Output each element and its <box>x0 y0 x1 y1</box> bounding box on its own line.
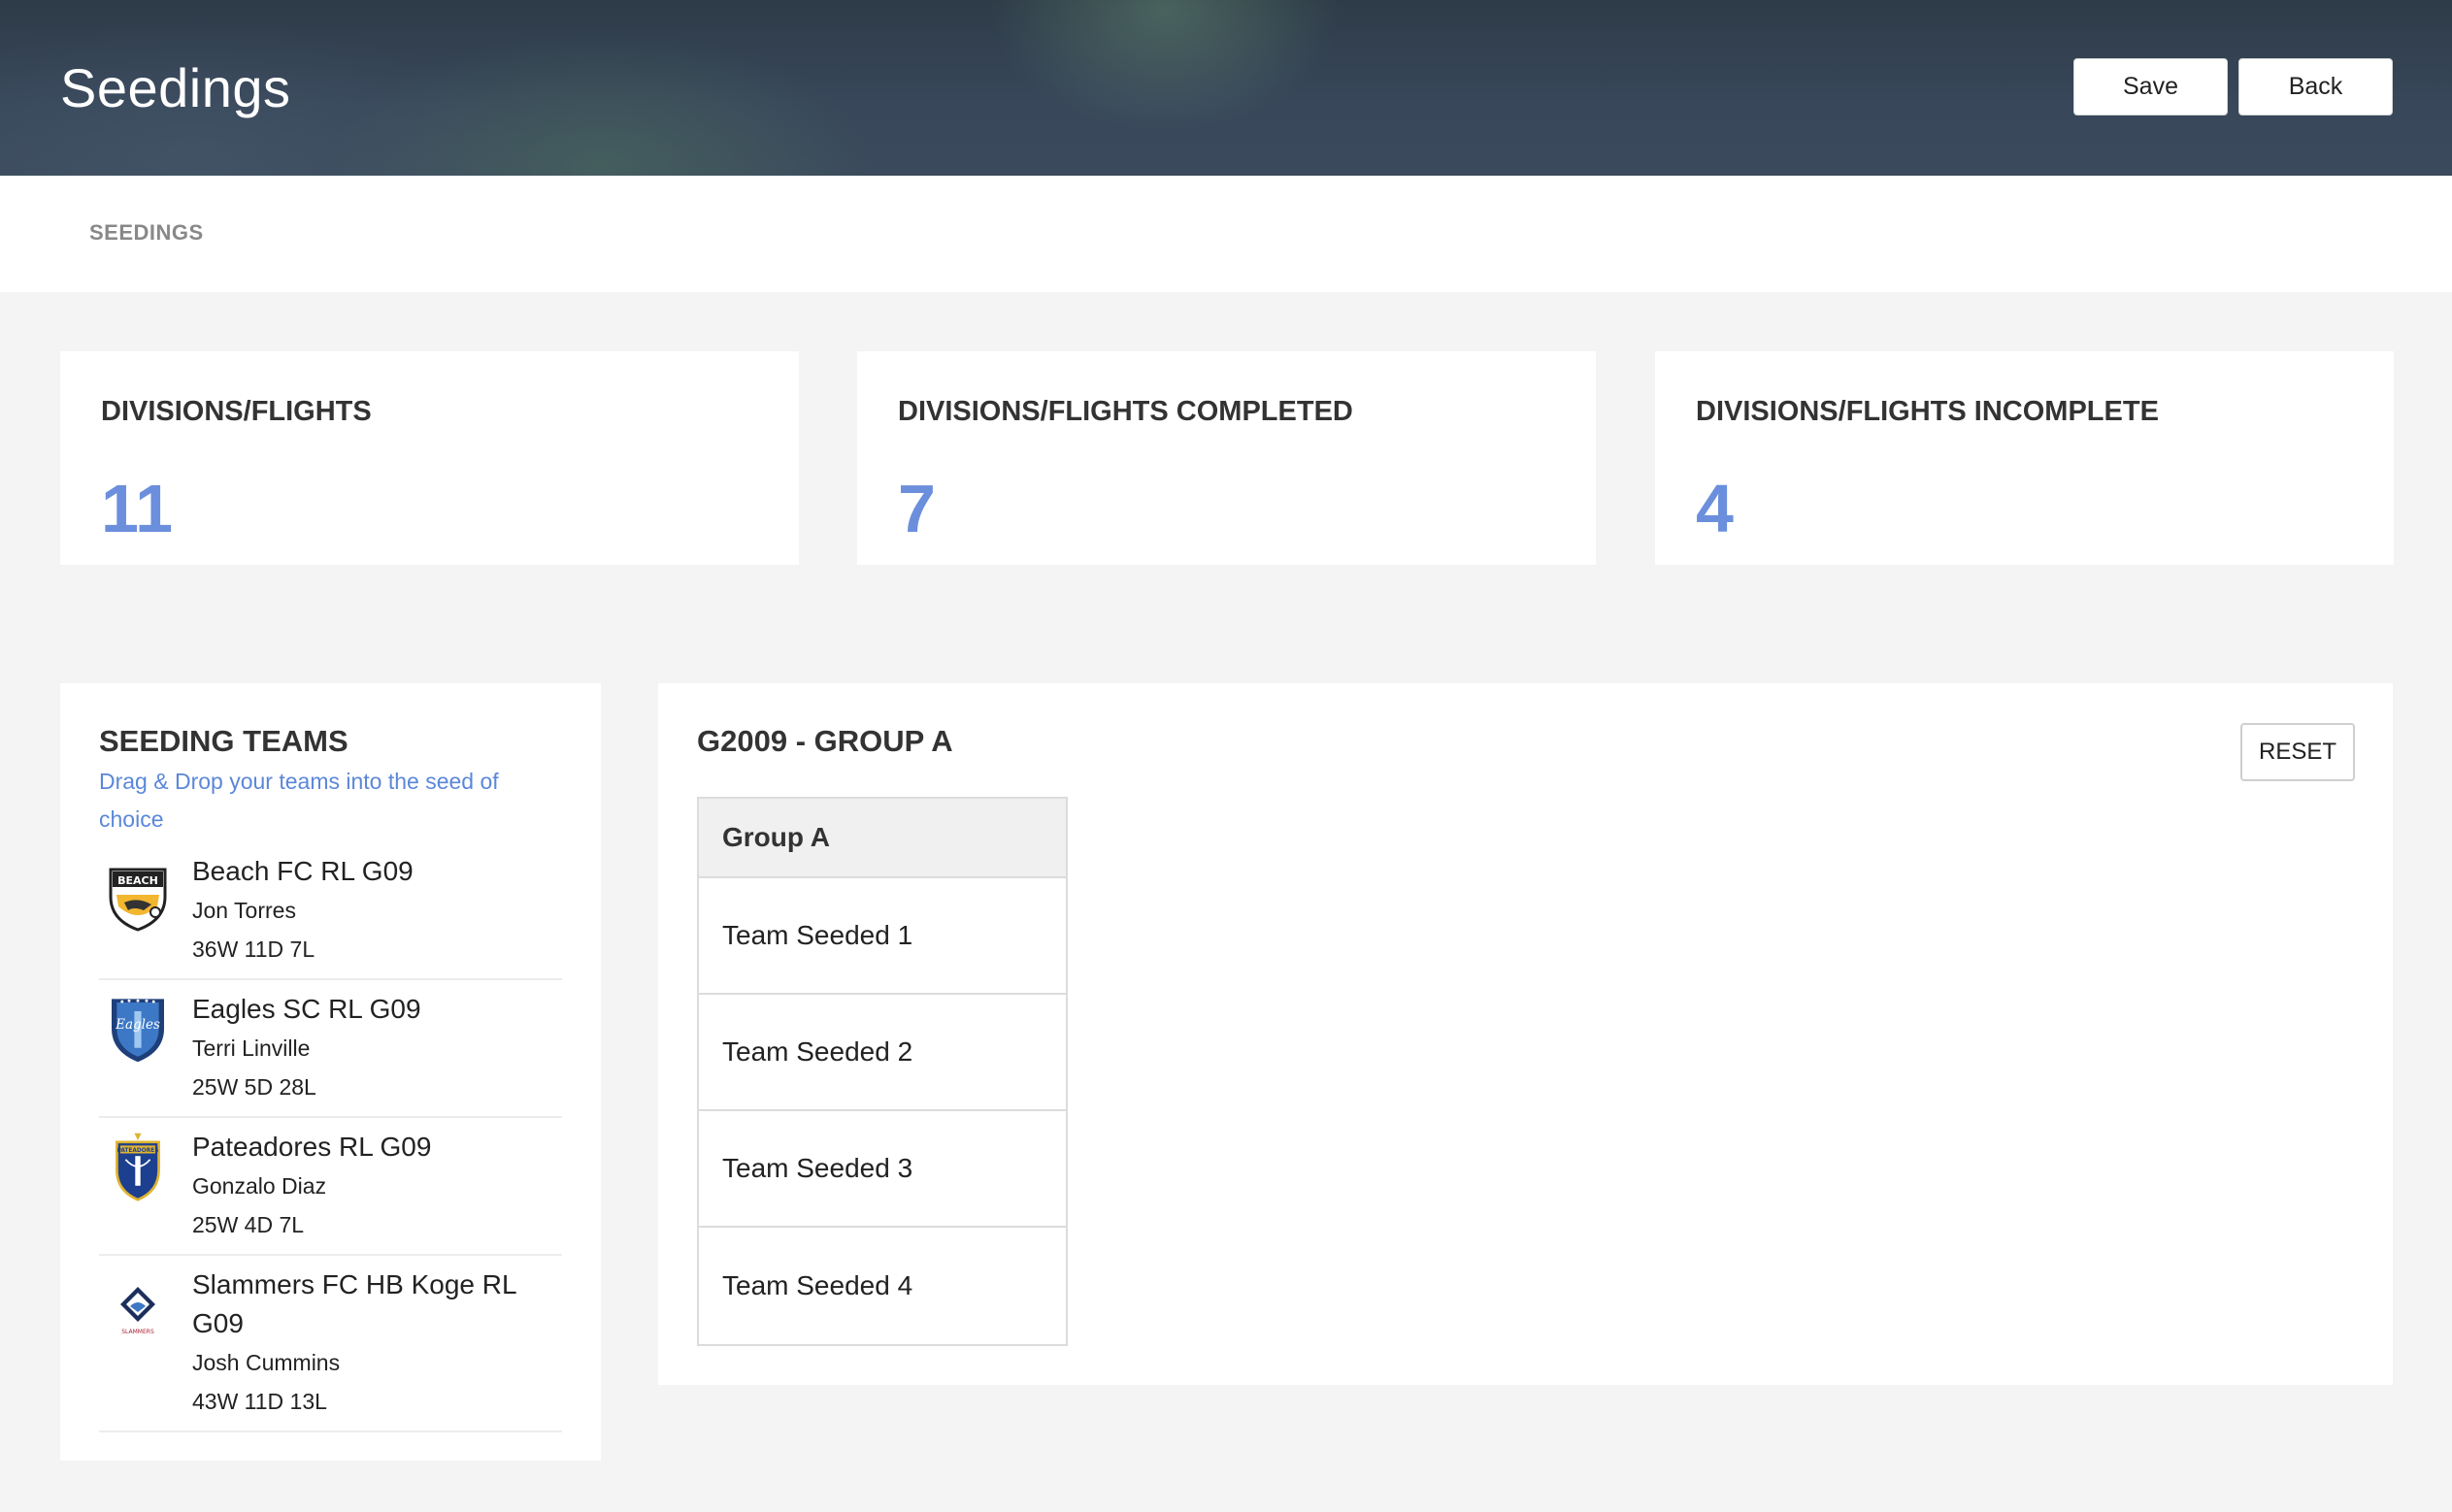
seed-slot-3[interactable]: Team Seeded 3 <box>699 1111 1066 1228</box>
svg-text:Eagles: Eagles <box>115 1017 160 1033</box>
page-title: Seedings <box>60 57 291 118</box>
svg-text:PATEADORES: PATEADORES <box>117 1148 159 1154</box>
stat-card-completed: DIVISIONS/FLIGHTS COMPLETED 7 <box>857 351 1596 565</box>
team-name: Slammers FC HB Koge RL G09 <box>192 1269 516 1338</box>
breadcrumb-bar: SEEDINGS <box>0 176 2452 292</box>
team-list: BEACH Beach FC RL G09 Jon Torres 36W 11D… <box>99 842 562 1432</box>
team-item-beach-fc[interactable]: BEACH Beach FC RL G09 Jon Torres 36W 11D… <box>99 842 562 980</box>
stat-card-divisions: DIVISIONS/FLIGHTS 11 <box>60 351 799 565</box>
svg-text:BEACH: BEACH <box>117 874 158 887</box>
group-seed-table: Group A Team Seeded 1 Team Seeded 2 Team… <box>697 797 1068 1346</box>
drag-drop-hint: Drag & Drop your teams into the seed of … <box>99 769 499 832</box>
svg-text:SLAMMERS: SLAMMERS <box>121 1329 154 1335</box>
team-name: Eagles SC RL G09 <box>192 994 421 1024</box>
pateadores-crest-icon: PATEADORES <box>116 1133 160 1201</box>
team-coach: Josh Cummins <box>192 1350 341 1375</box>
team-item-eagles-sc[interactable]: Eagles Eagles SC RL G09 Terri Linville 2… <box>99 980 562 1118</box>
back-button[interactable]: Back <box>2238 58 2393 115</box>
team-record: 25W 5D 28L <box>192 1074 316 1100</box>
team-coach: Jon Torres <box>192 898 296 923</box>
stat-value: 4 <box>1696 471 1734 546</box>
page-header: Seedings Save Back <box>0 0 2452 176</box>
panel-title: SEEDING TEAMS <box>99 724 348 758</box>
seed-slot-2[interactable]: Team Seeded 2 <box>699 995 1066 1111</box>
breadcrumb[interactable]: SEEDINGS <box>89 220 204 246</box>
group-header: Group A <box>699 799 1066 878</box>
team-record: 25W 4D 7L <box>192 1212 305 1237</box>
stat-card-incomplete: DIVISIONS/FLIGHTS INCOMPLETE 4 <box>1655 351 2394 565</box>
stat-label: DIVISIONS/FLIGHTS <box>101 396 372 427</box>
team-item-slammers-fc[interactable]: SLAMMERS Slammers FC HB Koge RL G09 Josh… <box>99 1256 562 1432</box>
stat-label: DIVISIONS/FLIGHTS INCOMPLETE <box>1696 396 2159 427</box>
team-name: Beach FC RL G09 <box>192 856 414 886</box>
slammers-crest-icon: SLAMMERS <box>120 1287 155 1335</box>
team-coach: Gonzalo Diaz <box>192 1173 327 1199</box>
save-button[interactable]: Save <box>2073 58 2228 115</box>
seeding-teams-panel: SEEDING TEAMS Drag & Drop your teams int… <box>60 683 601 1461</box>
stat-value: 7 <box>898 471 936 546</box>
seed-slot-4[interactable]: Team Seeded 4 <box>699 1228 1066 1344</box>
team-record: 36W 11D 7L <box>192 937 315 962</box>
eagles-sc-crest-icon: Eagles <box>112 999 164 1063</box>
team-record: 43W 11D 13L <box>192 1389 327 1414</box>
stat-value: 11 <box>101 471 173 546</box>
seed-slot-1[interactable]: Team Seeded 1 <box>699 878 1066 995</box>
reset-button[interactable]: RESET <box>2240 723 2355 781</box>
stat-label: DIVISIONS/FLIGHTS COMPLETED <box>898 396 1353 427</box>
team-item-pateadores[interactable]: PATEADORES Pateadores RL G09 Gonzalo Dia… <box>99 1118 562 1256</box>
team-coach: Terri Linville <box>192 1035 311 1061</box>
beach-fc-crest-icon: BEACH <box>109 868 167 932</box>
group-seeding-panel: G2009 - GROUP A RESET Group A Team Seede… <box>658 683 2393 1385</box>
team-name: Pateadores RL G09 <box>192 1132 432 1162</box>
group-title: G2009 - GROUP A <box>697 724 953 758</box>
